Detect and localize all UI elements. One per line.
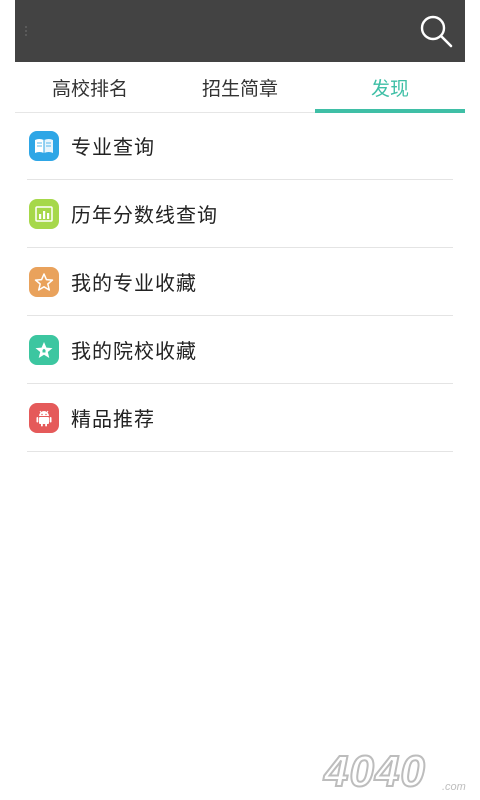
search-button[interactable] (417, 12, 455, 50)
search-icon (420, 15, 453, 48)
list-item-label: 我的专业收藏 (71, 271, 197, 295)
star-filled-icon (29, 334, 59, 365)
tab-bar: 高校排名 招生简章 发现 (15, 62, 465, 113)
tab-admission-guide[interactable]: 招生简章 (165, 62, 315, 112)
tab-discover[interactable]: 发现 (315, 62, 465, 113)
list-item-favorite-majors[interactable]: 我的专业收藏 (27, 248, 453, 316)
list-item-label: 精品推荐 (71, 407, 155, 431)
android-icon (29, 402, 59, 433)
watermark-text: 4040 (323, 747, 426, 794)
tab-label: 高校排名 (51, 77, 128, 100)
list-item-score-history[interactable]: 历年分数线查询 (27, 180, 453, 248)
tab-label: 招生简章 (201, 77, 278, 100)
list-item-label: 专业查询 (71, 135, 155, 159)
list-item-label: 历年分数线查询 (71, 203, 218, 227)
star-outline-icon (29, 266, 59, 297)
app-screen: 高校排名 招生简章 发现 专业查询 历年分数线查询 我的专业收藏 我的院校收藏 … (15, 0, 465, 800)
menu-handle (25, 26, 27, 38)
list-item-favorite-schools[interactable]: 我的院校收藏 (27, 316, 453, 384)
top-app-bar (15, 0, 465, 62)
discover-menu-list: 专业查询 历年分数线查询 我的专业收藏 我的院校收藏 精品推荐 (27, 112, 453, 452)
watermark-suffix: .com (442, 781, 466, 793)
list-item-label: 我的院校收藏 (71, 339, 197, 363)
chart-icon (29, 198, 59, 229)
list-item-recommended[interactable]: 精品推荐 (27, 384, 453, 452)
site-watermark: 4040 .com (320, 744, 475, 797)
list-item-major-search[interactable]: 专业查询 (27, 112, 453, 180)
tab-university-ranking[interactable]: 高校排名 (15, 62, 165, 112)
tab-label: 发现 (370, 77, 409, 100)
book-icon (29, 130, 59, 161)
